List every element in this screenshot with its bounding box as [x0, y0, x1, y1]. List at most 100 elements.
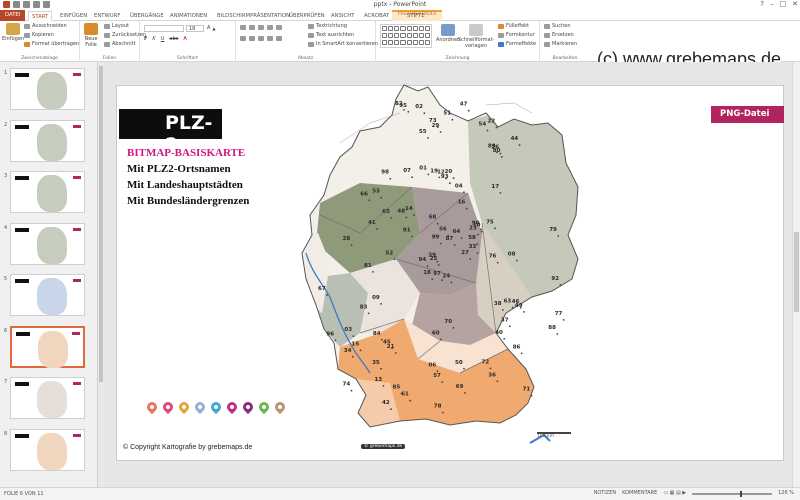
city-dot	[450, 281, 453, 284]
city-dot	[460, 237, 463, 239]
editing-group-label: Bearbeiten	[552, 56, 578, 61]
copy-button[interactable]: Kopieren	[24, 32, 54, 38]
justify-icon[interactable]	[267, 36, 273, 41]
font-name-combo[interactable]	[144, 25, 184, 32]
thumbnail-title-bar	[15, 279, 29, 283]
comments-button[interactable]: KOMMENTARE	[622, 490, 657, 496]
quick-styles-icon	[469, 24, 483, 36]
find-label: Suchen	[552, 23, 571, 29]
line-spacing-icon[interactable]	[276, 25, 282, 30]
minimize-icon[interactable]: –	[770, 0, 774, 8]
italic-icon[interactable]: K	[152, 36, 155, 42]
tab-design[interactable]: ENTWURF	[91, 11, 123, 21]
city-dot	[350, 244, 353, 247]
slide-thumbnail[interactable]	[10, 171, 85, 213]
city-dot	[509, 325, 511, 328]
help-icon[interactable]: ?	[760, 0, 764, 8]
shape-outline-button[interactable]: Formkontur	[498, 32, 535, 38]
view-buttons[interactable]: ▭ ▦ ▤ ▶	[663, 490, 686, 496]
thumbnail-title-bar	[16, 331, 30, 336]
tab-pens[interactable]: STIFTE	[404, 11, 428, 21]
thumbnail-map	[37, 278, 67, 315]
slide-thumbnail[interactable]	[10, 274, 85, 316]
slide-thumbnail[interactable]	[10, 222, 85, 265]
section-button[interactable]: Abschnitt	[104, 41, 136, 47]
png-label: PNG-Datei	[720, 109, 770, 119]
convert-smartart-button[interactable]: In SmartArt konvertieren	[308, 41, 378, 47]
new-slide-button[interactable]: Neue Folie	[82, 23, 100, 48]
city-dot	[452, 327, 455, 329]
slide-thumbnail[interactable]	[10, 377, 85, 419]
tab-file[interactable]: DATEI	[0, 10, 26, 21]
slide-thumbnail[interactable]	[10, 325, 85, 368]
paste-button[interactable]: Einfügen	[2, 23, 24, 42]
city-dot	[368, 199, 371, 202]
align-text-button[interactable]: Text ausrichten	[308, 32, 354, 38]
format-painter-button[interactable]: Format übertragen	[24, 41, 79, 47]
find-button[interactable]: Suchen	[544, 23, 571, 29]
decrease-indent-icon[interactable]	[258, 25, 264, 30]
germany-map[interactable]: 24 25 23 21 22 20 26 27 28 18 17 19 16 15 14 13 12 10 49 29…	[300, 83, 600, 457]
numbering-icon[interactable]	[249, 25, 255, 30]
columns-icon[interactable]	[276, 36, 282, 41]
font-grow-icon[interactable]: A ▲	[207, 25, 216, 31]
tab-slideshow[interactable]: BILDSCHIRMPRÄSENTATION	[214, 11, 293, 21]
select-button[interactable]: Markieren	[544, 41, 577, 47]
city-dot	[426, 265, 429, 268]
city-dot	[453, 244, 456, 247]
maximize-icon[interactable]: □	[780, 0, 787, 8]
slide-line-3: Mit Bundesländergrenzen	[127, 195, 250, 207]
thumbnail-badge	[73, 279, 81, 282]
font-size-combo[interactable]: 18	[186, 25, 204, 32]
city-dot	[381, 338, 383, 341]
text-direction-button[interactable]: Textrichtung	[308, 23, 347, 29]
tab-acrobat[interactable]: ACROBAT	[361, 11, 392, 21]
bullets-icon[interactable]	[240, 25, 246, 30]
scissors-icon	[24, 23, 30, 29]
title-box[interactable]: PLZ-2	[119, 109, 222, 156]
thumbnail-map	[38, 330, 68, 368]
arrange-button[interactable]: Anordnen	[436, 24, 460, 43]
thumbnail-scroll-thumb[interactable]	[99, 66, 103, 382]
close-icon[interactable]: ✕	[792, 0, 798, 8]
thumbnail-number: 4	[4, 224, 8, 231]
city-dot	[427, 137, 429, 139]
tab-insert[interactable]: EINFÜGEN	[57, 11, 90, 21]
shapes-gallery[interactable]	[380, 24, 432, 48]
tab-animations[interactable]: ANIMATIONEN	[167, 11, 210, 21]
align-left-icon[interactable]	[240, 36, 246, 41]
tab-view[interactable]: ANSICHT	[328, 11, 357, 21]
strikethrough-icon[interactable]: abc	[169, 36, 178, 42]
slide-thumbnail[interactable]	[10, 119, 85, 162]
editor-scroll-thumb[interactable]	[794, 232, 799, 312]
font-color-icon[interactable]: A	[183, 36, 186, 42]
layout-button[interactable]: Layout	[104, 23, 129, 29]
find-icon	[544, 23, 550, 29]
postcode-label: 64	[453, 229, 461, 235]
postcode-label: 18	[423, 270, 431, 276]
quick-styles-button[interactable]: Schnellformat-vorlagen	[458, 24, 494, 49]
replace-button[interactable]: Ersetzen	[544, 32, 574, 38]
tab-review[interactable]: ÜBERPRÜFEN	[286, 11, 328, 21]
current-slide[interactable]: PLZ-2 BITMAP-BASISKARTE Mit PLZ2-Ortsnam…	[116, 83, 784, 461]
thumbnail-badge	[73, 73, 81, 76]
slide-thumbnail[interactable]	[10, 428, 85, 471]
tab-start[interactable]: START	[28, 11, 53, 21]
paste-label: Einfügen	[2, 36, 25, 42]
tab-transitions[interactable]: ÜBERGÄNGE	[127, 11, 167, 21]
underline-icon[interactable]: U	[161, 36, 165, 42]
shape-fill-button[interactable]: Fülleffekt	[498, 23, 529, 29]
cut-button[interactable]: Ausschneiden	[24, 23, 67, 29]
shape-effects-button[interactable]: Formeffekte	[498, 41, 536, 47]
zoom-slider-thumb[interactable]	[740, 491, 743, 497]
city-dot	[441, 411, 444, 414]
zoom-level[interactable]: 126 %	[778, 490, 794, 496]
editor-scrollbar[interactable]	[792, 62, 800, 487]
align-right-icon[interactable]	[258, 36, 264, 41]
align-center-icon[interactable]	[249, 36, 255, 41]
notes-button[interactable]: NOTIZEN	[594, 490, 617, 496]
zoom-slider[interactable]	[692, 491, 773, 497]
increase-indent-icon[interactable]	[267, 25, 273, 30]
slide-thumbnail[interactable]	[10, 68, 85, 110]
bold-icon[interactable]: F	[144, 36, 147, 42]
